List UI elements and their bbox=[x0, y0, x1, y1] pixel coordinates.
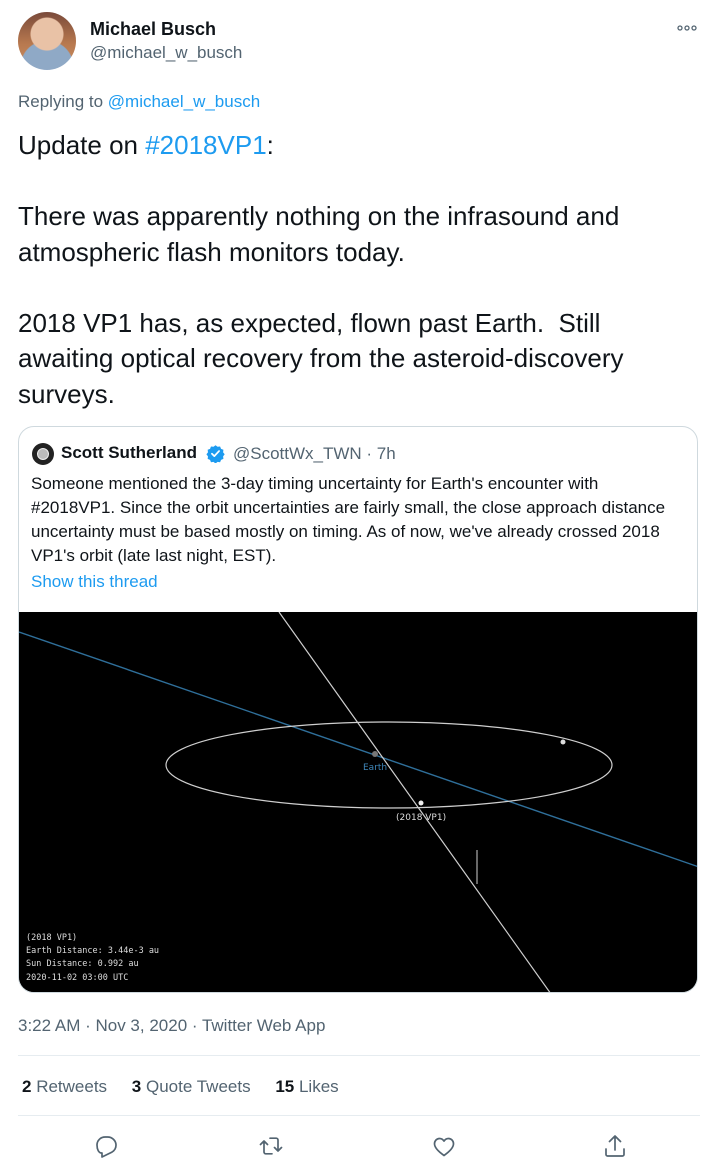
like-icon[interactable] bbox=[426, 1128, 462, 1164]
object-label: (2018 VP1) bbox=[396, 813, 446, 823]
author-name[interactable]: Michael Busch bbox=[90, 19, 216, 40]
replying-handle-link[interactable]: @michael_w_busch bbox=[108, 92, 260, 111]
quote-text: Someone mentioned the 3-day timing uncer… bbox=[31, 474, 666, 565]
likes-stat[interactable]: 15 Likes bbox=[275, 1077, 338, 1097]
more-dots-icon[interactable] bbox=[676, 18, 698, 39]
likes-label: Likes bbox=[294, 1077, 339, 1096]
author-avatar[interactable] bbox=[18, 12, 76, 70]
quote-author-avatar[interactable] bbox=[32, 443, 54, 465]
engagement-stats: 2 Retweets 3 Quote Tweets 15 Likes bbox=[22, 1077, 359, 1097]
hashtag-link[interactable]: #2018VP1 bbox=[145, 130, 266, 160]
info-line-3: Sun Distance: 0.992 au bbox=[26, 959, 139, 969]
earth-dot bbox=[372, 751, 378, 757]
quoted-tweet[interactable]: Scott Sutherland @ScottWx_TWN · 7h Someo… bbox=[18, 426, 698, 993]
divider bbox=[18, 1115, 700, 1116]
replying-prefix: Replying to bbox=[18, 92, 108, 111]
info-line-1: (2018 VP1) bbox=[26, 933, 77, 943]
divider bbox=[18, 1055, 700, 1056]
info-line-2: Earth Distance: 3.44e-3 au bbox=[26, 946, 159, 956]
replying-to: Replying to @michael_w_busch bbox=[18, 92, 260, 112]
quote-tweets-label: Quote Tweets bbox=[141, 1077, 251, 1096]
retweet-icon[interactable] bbox=[253, 1128, 289, 1164]
share-icon[interactable] bbox=[597, 1128, 633, 1164]
verified-badge-icon bbox=[206, 445, 225, 463]
info-line-4: 2020-11-02 03:00 UTC bbox=[26, 973, 128, 983]
quote-author-name[interactable]: Scott Sutherland bbox=[61, 443, 197, 463]
author-handle[interactable]: @michael_w_busch bbox=[90, 43, 242, 63]
quote-author-handle-time: @ScottWx_TWN · 7h bbox=[233, 444, 396, 463]
tweet-timestamp-source[interactable]: 3:22 AM · Nov 3, 2020 · Twitter Web App bbox=[18, 1016, 325, 1036]
tweet-text-part2: : There was apparently nothing on the in… bbox=[18, 130, 624, 409]
quote-media-image[interactable]: Earth (2018 VP1) (2018 VP1) Earth Distan… bbox=[19, 611, 697, 992]
reply-icon[interactable] bbox=[86, 1128, 122, 1164]
orbit-point bbox=[560, 739, 566, 745]
retweets-stat[interactable]: 2 Retweets bbox=[22, 1077, 107, 1097]
tweet-text-part1: Update on bbox=[18, 130, 146, 160]
retweets-label: Retweets bbox=[31, 1077, 108, 1096]
earth-label: Earth bbox=[363, 763, 387, 773]
quote-tweets-count: 3 bbox=[131, 1077, 142, 1096]
quote-tweets-stat[interactable]: 3 Quote Tweets bbox=[132, 1077, 251, 1097]
likes-count: 15 bbox=[275, 1077, 295, 1096]
show-thread-link[interactable]: Show this thread bbox=[31, 572, 158, 592]
orbit-diagram: Earth (2018 VP1) (2018 VP1) Earth Distan… bbox=[19, 611, 697, 992]
tweet-text: Update on #2018VP1: There was apparently… bbox=[18, 128, 698, 412]
object-dot bbox=[418, 800, 424, 806]
